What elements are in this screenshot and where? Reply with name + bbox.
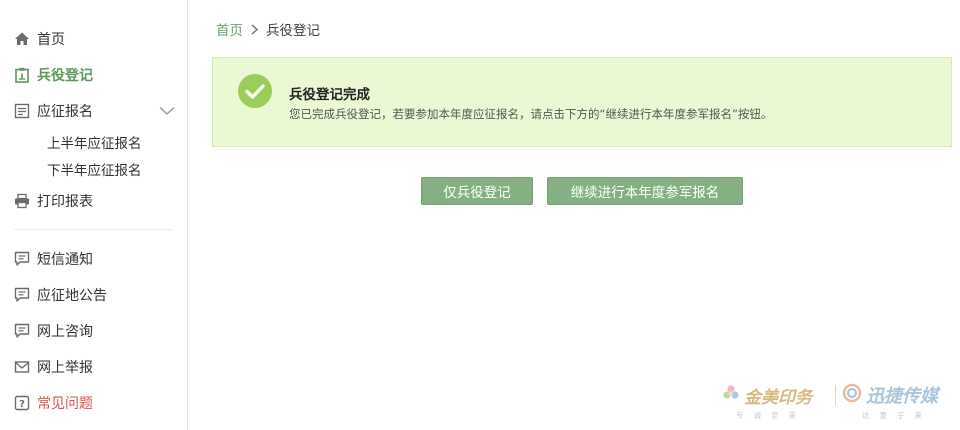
breadcrumb: 首页 兵役登记 [216,19,320,39]
sidebar-item-label: 首页 [37,32,65,48]
sidebar-item-label: 打印报表 [37,194,93,210]
sidebar-item-online-report[interactable]: 网上举报 [0,352,187,382]
only-registration-button[interactable]: 仅兵役登记 [421,177,533,205]
watermark: 金美印务 迅捷传媒 专诚至美 达意于美 [722,380,958,426]
sidebar-item-home[interactable]: 首页 [0,24,187,54]
sidebar: 首页 兵役登记 应征报名 上半年应征报名 下半年应征报名 打印报表 短信通知 应… [0,0,188,430]
watermark-left-text: 金美印务 [744,387,812,408]
message-icon [14,323,30,339]
sidebar-item-online-consult[interactable]: 网上咨询 [0,316,187,346]
question-icon: ? [14,395,30,411]
sidebar-item-enlistment[interactable]: 应征报名 [0,96,187,126]
sidebar-item-local-announcement[interactable]: 应征地公告 [0,280,187,310]
watermark-divider [835,385,836,405]
flower-logo-icon [722,384,740,407]
sidebar-item-label: 常见问题 [37,396,93,412]
sidebar-item-label: 兵役登记 [37,68,93,84]
home-icon [14,31,30,47]
sidebar-item-label: 网上咨询 [37,324,93,340]
notice-description: 您已完成兵役登记，若要参加本年度应征报名，请点击下方的“继续进行本年度参军报名”… [289,107,773,121]
sidebar-item-label: 短信通知 [37,252,93,268]
sidebar-item-registration[interactable]: 兵役登记 [0,60,187,90]
svg-text:?: ? [19,399,25,410]
sidebar-item-label: 应征地公告 [37,288,107,304]
sidebar-divider [14,229,172,230]
sidebar-subitem-first-half[interactable]: 上半年应征报名 [47,131,142,153]
envelope-icon [14,359,30,375]
document-icon [14,103,30,119]
watermark-right-subtext: 达意于美 [862,411,932,420]
message-icon [14,287,30,303]
watermark-left-subtext: 专诚至美 [736,411,806,420]
sidebar-item-faq[interactable]: ? 常见问题 [0,388,187,418]
printer-icon [14,193,30,209]
sidebar-item-sms-notice[interactable]: 短信通知 [0,244,187,274]
watermark-left: 金美印务 [722,382,812,408]
notice-title: 兵役登记完成 [289,87,370,103]
success-notice: 兵役登记完成 您已完成兵役登记，若要参加本年度应征报名，请点击下方的“继续进行本… [212,57,952,147]
sidebar-item-label: 应征报名 [37,104,93,120]
clipboard-icon [14,67,30,83]
chevron-down-icon[interactable] [159,104,175,120]
sidebar-item-print-report[interactable]: 打印报表 [0,186,187,216]
watermark-right-text: 迅捷传媒 [866,386,938,407]
check-circle-icon [238,74,272,108]
sidebar-subitem-second-half[interactable]: 下半年应征报名 [47,158,142,180]
sidebar-item-label: 网上举报 [37,360,93,376]
message-icon [14,251,30,267]
swirl-logo-icon [842,383,862,408]
breadcrumb-current: 兵役登记 [266,23,320,39]
chevron-right-icon [251,23,258,35]
watermark-right: 迅捷传媒 [842,382,938,408]
breadcrumb-home-link[interactable]: 首页 [216,19,243,39]
continue-enlist-button[interactable]: 继续进行本年度参军报名 [547,177,743,205]
